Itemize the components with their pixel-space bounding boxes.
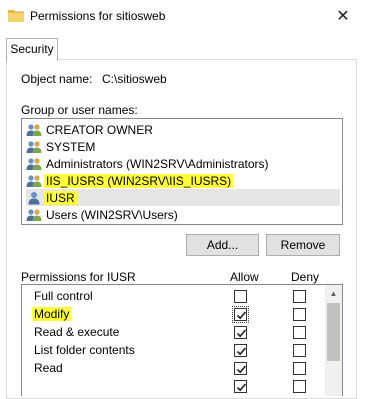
user-list-item[interactable]: IUSR: [26, 189, 340, 206]
permission-row: Modify: [22, 305, 322, 323]
permission-row: [22, 377, 322, 395]
allow-checkbox[interactable]: [234, 344, 247, 357]
user-list-item[interactable]: CREATOR OWNER: [26, 121, 155, 138]
allow-checkbox[interactable]: [234, 326, 247, 339]
user-list-item[interactable]: Administrators (WIN2SRV\Administrators): [26, 155, 271, 172]
group-user-list[interactable]: CREATOR OWNER SYSTEM Administrators (WIN2S…: [21, 118, 343, 225]
object-name-value: C:\sitiosweb: [102, 72, 167, 86]
folder-icon: [8, 10, 24, 22]
close-icon: ✕: [336, 8, 350, 25]
users-icon: [26, 208, 44, 222]
window-title: Permissions for sitiosweb: [30, 9, 166, 23]
object-name-label: Object name:: [21, 72, 93, 86]
allow-column-header: Allow: [230, 270, 259, 284]
user-list-item[interactable]: Users (WIN2SRV\Users): [26, 206, 180, 223]
groups-label: Group or user names:: [21, 103, 138, 117]
user-list-item-label: IIS_IUSRS (WIN2SRV\IIS_IUSRS): [44, 173, 234, 188]
scroll-up-arrow-icon[interactable]: ▲: [325, 285, 342, 302]
permission-name: Modify: [32, 307, 72, 321]
tab-strip: Security: [0, 38, 365, 61]
deny-checkbox[interactable]: [293, 380, 306, 393]
user-icon: [26, 191, 44, 205]
user-list-item[interactable]: SYSTEM: [26, 138, 97, 155]
permissions-list: Read List folder contents Read & execute Mo…: [21, 284, 343, 396]
tab-security[interactable]: Security: [6, 38, 58, 61]
allow-checkbox[interactable]: [234, 362, 247, 375]
user-list-item[interactable]: IIS_IUSRS (WIN2SRV\IIS_IUSRS): [26, 172, 234, 189]
user-list-item-label: SYSTEM: [46, 139, 96, 154]
permission-name: Read: [34, 361, 63, 375]
allow-checkbox[interactable]: [234, 290, 247, 303]
permission-row: Read: [22, 359, 322, 377]
allow-checkbox[interactable]: [234, 380, 247, 393]
permission-row: Full control: [22, 287, 322, 305]
remove-button[interactable]: Remove: [266, 234, 340, 256]
permissions-label: Permissions for IUSR: [21, 270, 136, 284]
permissions-scrollbar[interactable]: ▲: [325, 285, 342, 396]
permission-name: Read & execute: [34, 325, 120, 339]
deny-checkbox[interactable]: [293, 290, 306, 303]
title-bar: Permissions for sitiosweb ✕: [0, 0, 365, 32]
users-icon: [26, 140, 44, 154]
permission-row: List folder contents: [22, 341, 322, 359]
permission-name: Full control: [34, 289, 93, 303]
allow-checkbox[interactable]: [232, 306, 249, 323]
user-list-item-label: CREATOR OWNER: [46, 122, 153, 137]
users-icon: [26, 157, 44, 171]
permission-row: Read & execute: [22, 323, 322, 341]
permission-name: List folder contents: [34, 343, 135, 357]
users-icon: [26, 174, 44, 188]
deny-checkbox[interactable]: [293, 308, 306, 321]
deny-checkbox[interactable]: [293, 344, 306, 357]
close-button[interactable]: ✕: [329, 3, 357, 29]
add-button[interactable]: Add...: [186, 234, 259, 256]
user-list-item-label: Users (WIN2SRV\Users): [46, 207, 178, 222]
deny-checkbox[interactable]: [293, 362, 306, 375]
user-list-item-label: Administrators (WIN2SRV\Administrators): [46, 156, 269, 171]
deny-column-header: Deny: [291, 270, 320, 284]
deny-checkbox[interactable]: [293, 326, 306, 339]
scroll-thumb[interactable]: [327, 303, 340, 361]
users-icon: [26, 123, 44, 137]
user-list-item-label: IUSR: [44, 190, 77, 205]
